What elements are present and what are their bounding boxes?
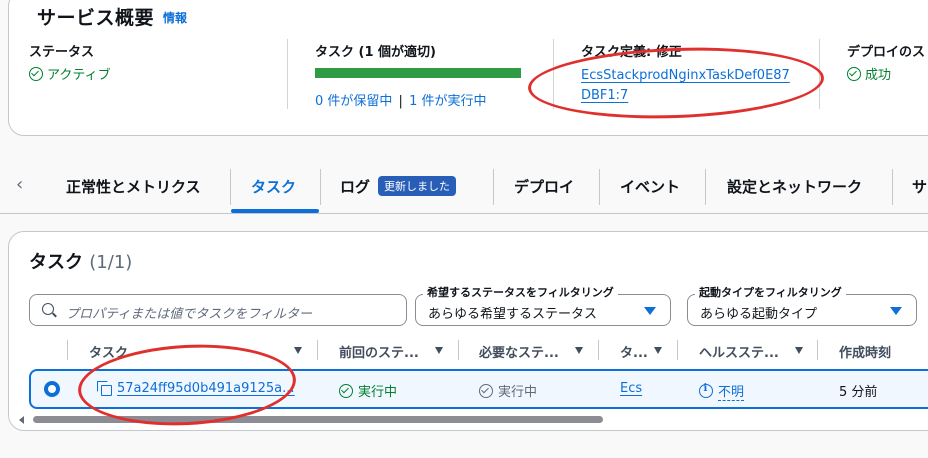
last-status-cell: 実行中 — [339, 381, 397, 400]
column-divider — [677, 340, 678, 360]
deployment-column: デプロイのス 成功 — [847, 41, 925, 83]
task-id-link[interactable]: 57a24ff95d0b491a9125a... — [117, 381, 295, 396]
column-header-last-status[interactable]: 前回のステ... — [339, 342, 419, 361]
horizontal-scrollbar[interactable] — [17, 416, 928, 424]
tab-divider — [320, 169, 321, 205]
tasks-count: (1/1) — [89, 252, 133, 273]
info-link[interactable]: 情報 — [163, 9, 187, 26]
check-circle-icon — [339, 383, 353, 398]
divider — [287, 39, 288, 109]
task-definition-label: タスク定義: 修正 — [581, 45, 682, 60]
task-definition-column: タスク定義: 修正 EcsStackprodNginxTaskDef0E87 D… — [581, 41, 790, 106]
column-header-desired-status[interactable]: 必要なステ... — [479, 342, 559, 361]
created-cell: 5 分前 — [839, 385, 878, 400]
scroll-left-arrow-icon[interactable] — [19, 416, 24, 424]
status-column: ステータス アクティブ — [29, 41, 111, 83]
status-text: アクティブ — [47, 68, 111, 83]
launch-type-value: あらゆる起動タイプ — [700, 307, 818, 322]
column-divider — [67, 340, 68, 360]
tab-logs-label[interactable]: ログ — [340, 178, 370, 196]
tasks-panel-title: タスク (1/1) — [29, 248, 132, 274]
tab-bar: ‹ 正常性とメトリクス タスク ログ 更新しました デプロイ イベント 設定とネッ… — [0, 160, 928, 214]
tab-deploy[interactable]: デプロイ — [514, 176, 574, 197]
copy-icon[interactable] — [97, 381, 112, 396]
running-count-link[interactable]: 1 件が実行中 — [409, 94, 486, 109]
sort-caret-icon[interactable] — [435, 347, 443, 354]
deployment-label: デプロイのス — [847, 45, 926, 60]
tab-health-metrics[interactable]: 正常性とメトリクス — [66, 176, 201, 197]
overview-title: サービス概要 — [37, 7, 155, 29]
table-row[interactable]: 57a24ff95d0b491a9125a... 実行中 実行中 Ecs 不明 … — [29, 369, 928, 409]
sort-caret-icon[interactable] — [294, 347, 302, 354]
task-filter-input[interactable]: プロパティまたは値でタスクをフィルター — [29, 294, 407, 326]
tasks-label: タスク (1 個が適切) — [315, 45, 436, 60]
check-circle-icon — [29, 66, 43, 81]
deployment-text: 成功 — [865, 68, 892, 83]
check-circle-icon — [847, 66, 861, 81]
tab-divider — [892, 169, 893, 205]
task-def-link[interactable]: Ecs — [620, 381, 642, 396]
tasks-panel: タスク (1/1) プロパティまたは値でタスクをフィルター あらゆる希望するステ… — [8, 231, 928, 431]
caret-down-icon — [890, 307, 902, 315]
column-divider — [317, 340, 318, 360]
column-header-task-def[interactable]: タ... — [620, 342, 648, 361]
task-definition-line1[interactable]: EcsStackprodNginxTaskDef0E87 — [581, 68, 790, 83]
tab-logs[interactable]: ログ 更新しました — [340, 176, 457, 197]
updated-badge: 更新しました — [378, 176, 457, 196]
column-divider — [598, 340, 599, 360]
column-header-created[interactable]: 作成時刻 — [839, 342, 891, 361]
desired-status-text: 実行中 — [498, 385, 538, 400]
column-divider — [817, 340, 818, 360]
service-overview-card: サービス概要 情報 ステータス アクティブ タスク (1 個が適切) 0 件が保… — [8, 0, 928, 136]
last-status-text: 実行中 — [358, 385, 398, 400]
status-label: ステータス — [29, 45, 95, 60]
task-definition-link[interactable]: EcsStackprodNginxTaskDef0E87 DBF1:7 — [581, 66, 790, 106]
row-select-radio[interactable] — [44, 381, 60, 397]
tab-divider — [230, 169, 231, 205]
status-value: アクティブ — [29, 64, 111, 83]
tasks-progress-bar — [315, 68, 521, 78]
sort-caret-icon[interactable] — [654, 347, 662, 354]
tab-tasks[interactable]: タスク — [251, 176, 296, 197]
column-header-task[interactable]: タスク — [89, 342, 128, 361]
tasks-title-text: タスク — [29, 252, 83, 273]
task-definition-line2[interactable]: DBF1:7 — [581, 88, 628, 103]
caret-down-icon — [644, 307, 656, 315]
info-icon — [699, 383, 713, 398]
divider — [553, 39, 554, 109]
scrollbar-thumb[interactable] — [33, 416, 603, 423]
search-placeholder: プロパティまたは値でタスクをフィルター — [66, 307, 312, 322]
tab-scroll-left-icon[interactable]: ‹ — [16, 174, 23, 195]
divider — [819, 39, 820, 109]
desired-status-label: 希望するステータスをフィルタリング — [423, 284, 618, 300]
tab-config-network[interactable]: 設定とネットワーク — [727, 176, 862, 197]
check-circle-icon — [479, 383, 493, 398]
active-tab-indicator — [231, 209, 319, 213]
tab-service[interactable]: サ — [912, 176, 927, 197]
tab-divider — [705, 169, 706, 205]
task-counts: 0 件が保留中 | 1 件が実行中 — [315, 90, 521, 109]
desired-status-value: あらゆる希望するステータス — [428, 307, 598, 322]
pending-count-link[interactable]: 0 件が保留中 — [315, 94, 392, 109]
health-text[interactable]: 不明 — [718, 381, 745, 401]
search-icon — [42, 303, 54, 315]
sort-caret-icon[interactable] — [795, 347, 803, 354]
deployment-value: 成功 — [847, 64, 925, 83]
tasks-column: タスク (1 個が適切) 0 件が保留中 | 1 件が実行中 — [315, 41, 521, 109]
sort-caret-icon[interactable] — [575, 347, 583, 354]
tab-events[interactable]: イベント — [620, 176, 680, 197]
tab-divider — [493, 169, 494, 205]
launch-type-label: 起動タイプをフィルタリング — [695, 284, 846, 300]
health-cell[interactable]: 不明 — [699, 381, 745, 401]
desired-status-cell: 実行中 — [479, 381, 537, 400]
column-divider — [458, 340, 459, 360]
count-separator: | — [398, 94, 403, 109]
column-header-health[interactable]: ヘルスステ... — [699, 342, 779, 361]
tab-divider — [599, 169, 600, 205]
